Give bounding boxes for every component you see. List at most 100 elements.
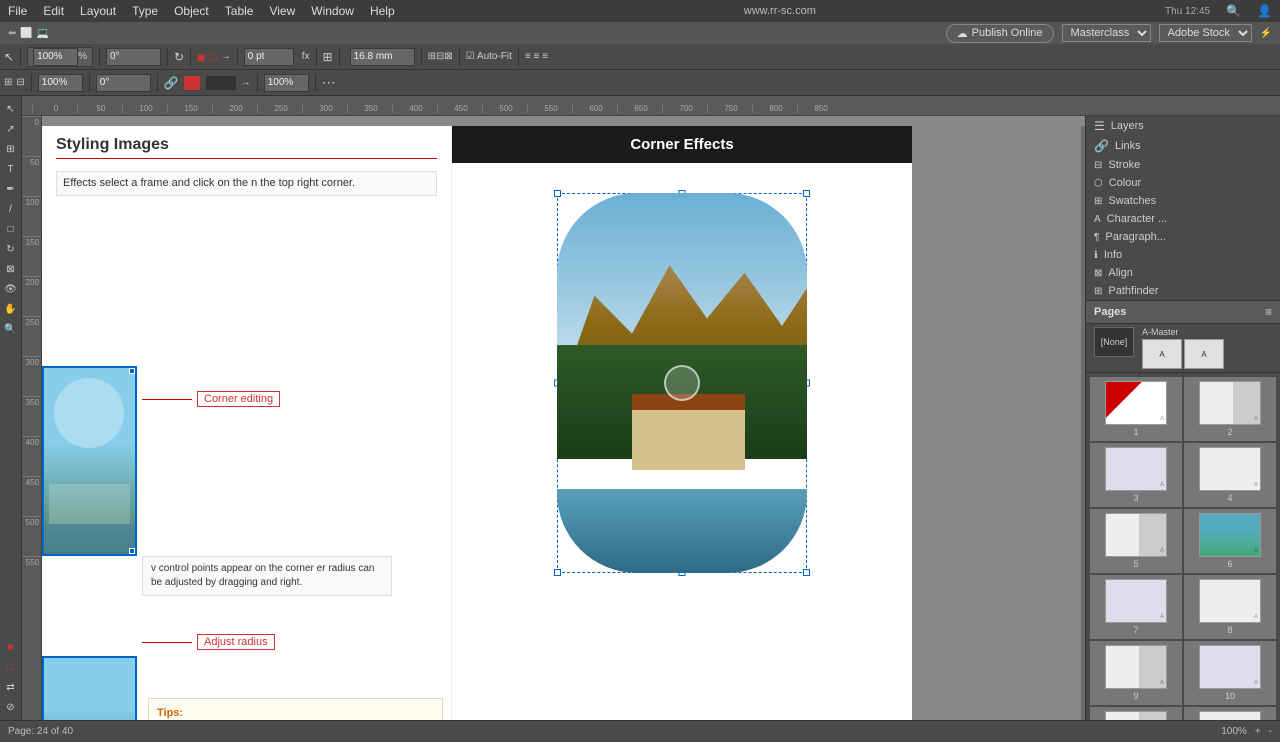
adobe-stock-dropdown[interactable]: Adobe Stock xyxy=(1159,24,1252,42)
tool-pen[interactable]: ✒ xyxy=(2,180,20,198)
page-thumb-4[interactable]: A 4 xyxy=(1184,443,1276,507)
color-stroke-icon[interactable]: □ xyxy=(210,50,217,64)
arrow-end-icon[interactable]: → xyxy=(221,51,231,62)
user-icon[interactable]: 👤 xyxy=(1257,4,1272,18)
tool-eye[interactable]: 👁 xyxy=(2,280,20,298)
tool-frame[interactable]: ⊞ xyxy=(2,140,20,158)
pages-options-icon[interactable]: ≡ xyxy=(1265,305,1272,319)
page-number: 1 xyxy=(1133,427,1138,437)
info-item[interactable]: ℹ Info xyxy=(1086,246,1280,264)
thumb-content: A xyxy=(1160,614,1164,620)
thumb-content: A xyxy=(1160,680,1164,686)
color-box-1[interactable] xyxy=(184,76,200,90)
character-item[interactable]: A Character ... xyxy=(1086,210,1280,228)
preview-image-1[interactable] xyxy=(42,366,137,556)
none-page[interactable]: [None] xyxy=(1094,327,1134,357)
toolbar-icons: ⚡ xyxy=(1260,28,1272,39)
selection-handle-tr xyxy=(129,368,135,374)
preview-image-2[interactable] xyxy=(42,656,137,720)
zoom-input-1[interactable]: % xyxy=(27,47,93,67)
menu-type[interactable]: Type xyxy=(132,4,158,18)
menu-object[interactable]: Object xyxy=(174,4,209,18)
image-selection-container[interactable] xyxy=(557,193,807,573)
none-color-tool[interactable]: ⊘ xyxy=(2,698,20,716)
page-thumb-11[interactable]: A 11 xyxy=(1090,707,1182,720)
layers-item[interactable]: ☰ Layers xyxy=(1086,116,1280,136)
swatches-item[interactable]: ⊞ Swatches xyxy=(1086,192,1280,210)
selection-tool[interactable]: ↖ xyxy=(4,50,14,64)
stroke-item[interactable]: ⊟ Stroke xyxy=(1086,156,1280,174)
links-item[interactable]: 🔗 Links xyxy=(1086,136,1280,156)
color-fill-icon[interactable]: ■ xyxy=(197,49,205,65)
align-item[interactable]: ⊠ Align xyxy=(1086,264,1280,282)
tool-hand[interactable]: ✋ xyxy=(2,300,20,318)
page-thumb-10[interactable]: A 10 xyxy=(1184,641,1276,705)
width-field[interactable] xyxy=(350,48,415,66)
page-number: 4 xyxy=(1227,493,1232,503)
tool-type[interactable]: T xyxy=(2,160,20,178)
titlebar: ⬅ ⬜ 💻 ☁ Publish Online Masterclass Adobe… xyxy=(0,22,1280,44)
publish-online-button[interactable]: ☁ Publish Online xyxy=(946,24,1054,43)
page-thumb-7[interactable]: A 7 xyxy=(1090,575,1182,639)
page-thumb-2[interactable]: A 2 xyxy=(1184,377,1276,441)
tool-select[interactable]: ↖ xyxy=(2,100,20,118)
tool-2a[interactable]: ⊞ xyxy=(4,77,12,88)
menu-window[interactable]: Window xyxy=(311,4,354,18)
menu-help[interactable]: Help xyxy=(370,4,395,18)
position-field[interactable] xyxy=(244,48,294,66)
rotate-icon: ↻ xyxy=(174,50,184,64)
layers-icon: ☰ xyxy=(1094,119,1105,133)
canvas[interactable]: Styling Images Effects select a frame an… xyxy=(42,116,1085,720)
zoom-field[interactable] xyxy=(33,48,78,66)
colour-item[interactable]: ⬡ Colour xyxy=(1086,174,1280,192)
page-thumb-3[interactable]: A 3 xyxy=(1090,443,1182,507)
masterclass-dropdown[interactable]: Masterclass xyxy=(1062,24,1151,42)
paragraph-item[interactable]: ¶ Paragraph... xyxy=(1086,228,1280,246)
rotation-field[interactable] xyxy=(106,48,161,66)
zoom-in-icon[interactable]: + xyxy=(1255,726,1261,737)
menu-edit[interactable]: Edit xyxy=(43,4,64,18)
pathfinder-item[interactable]: ⊞ Pathfinder xyxy=(1086,282,1280,300)
a-master-left[interactable]: A xyxy=(1142,339,1182,369)
a-master-right[interactable]: A xyxy=(1184,339,1224,369)
tool-rect[interactable]: □ xyxy=(2,220,20,238)
page-thumb-8[interactable]: A 8 xyxy=(1184,575,1276,639)
menubar: File Edit Layout Type Object Table View … xyxy=(0,0,1280,22)
thumb-content: A xyxy=(1254,680,1258,686)
tool-direct-select[interactable]: ↗ xyxy=(2,120,20,138)
search-icon[interactable]: 🔍 xyxy=(1226,4,1241,18)
tool-zoom[interactable]: 🔍 xyxy=(2,320,20,338)
page-thumb-9[interactable]: A 9 xyxy=(1090,641,1182,705)
page-thumb-12[interactable]: A 12 xyxy=(1184,707,1276,720)
tool-chain-icon[interactable]: 🔗 xyxy=(164,76,179,90)
menu-file[interactable]: File xyxy=(8,4,27,18)
tool-line[interactable]: / xyxy=(2,200,20,218)
arrow-right-end[interactable]: → xyxy=(241,77,251,88)
color-stroke-tool[interactable]: □ xyxy=(2,658,20,676)
page-thumb-5[interactable]: A 5 xyxy=(1090,509,1182,573)
menu-table[interactable]: Table xyxy=(225,4,254,18)
auto-fit-checkbox[interactable]: ☑ Auto-Fit xyxy=(466,51,512,62)
rounded-image-frame[interactable] xyxy=(557,193,807,573)
page-number: 9 xyxy=(1133,691,1138,701)
menu-view[interactable]: View xyxy=(269,4,295,18)
page-number: 10 xyxy=(1225,691,1235,701)
page-thumb-1[interactable]: A 1 xyxy=(1090,377,1182,441)
thumb-content: A xyxy=(1254,614,1258,620)
color-fill-tool[interactable]: ■ xyxy=(2,638,20,656)
layers-panel: ☰ Layers 🔗 Links ⊟ Stroke ⬡ Colour xyxy=(1086,116,1280,301)
tips-box: Tips: Shift+drag yellow control points f… xyxy=(148,698,443,720)
thumb-content: A xyxy=(1254,416,1258,422)
page-thumb-6[interactable]: A 6 xyxy=(1184,509,1276,573)
tool-scale[interactable]: ⊠ xyxy=(2,260,20,278)
rotation-field-2[interactable] xyxy=(96,74,151,92)
tool-rotate[interactable]: ↻ xyxy=(2,240,20,258)
color-box-2[interactable] xyxy=(206,76,236,90)
tool-2b[interactable]: ⊟ xyxy=(16,77,24,88)
zoom-field-2[interactable] xyxy=(38,74,83,92)
swap-colors-tool[interactable]: ⇄ xyxy=(2,678,20,696)
menu-layout[interactable]: Layout xyxy=(80,4,116,18)
opacity-field[interactable] xyxy=(264,74,309,92)
pages-scroll-area[interactable]: A 1 A 2 A 3 A 4 A 5 A xyxy=(1086,373,1280,720)
zoom-out-icon[interactable]: - xyxy=(1269,726,1272,737)
